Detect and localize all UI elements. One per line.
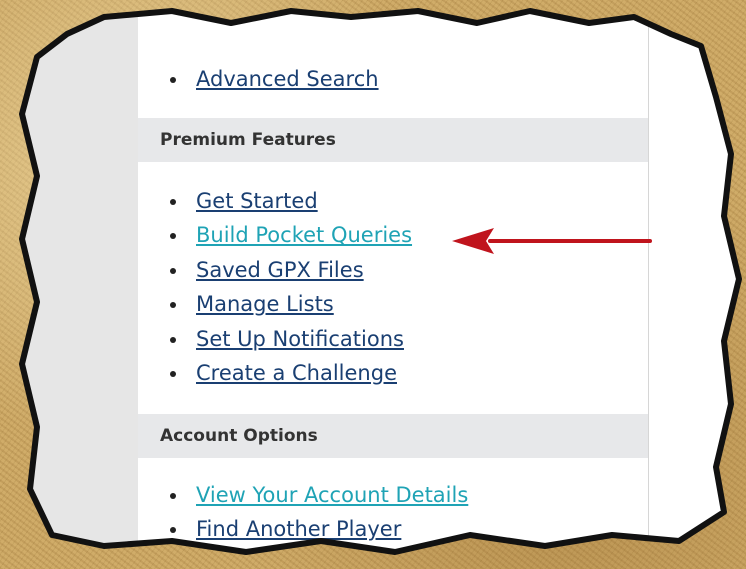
saved-gpx-files-link[interactable]: Saved GPX Files — [196, 253, 364, 287]
partial-top-link[interactable]: Search for Caches — [196, 0, 387, 20]
right-gutter — [648, 11, 739, 552]
torn-paper-panel: Search for Caches Advanced Search Premiu… — [22, 0, 739, 552]
view-account-details-link[interactable]: View Your Account Details — [196, 478, 468, 512]
bullet-icon — [170, 77, 176, 83]
bullet-icon — [170, 199, 176, 205]
premium-features-header: Premium Features — [138, 118, 648, 162]
bullet-icon — [170, 336, 176, 343]
get-started-link[interactable]: Get Started — [196, 184, 318, 218]
build-pocket-queries-link[interactable]: Build Pocket Queries — [196, 218, 412, 252]
bullet-icon — [170, 302, 176, 309]
create-a-challenge-link[interactable]: Create a Challenge — [196, 356, 397, 390]
set-up-notifications-link[interactable]: Set Up Notifications — [196, 322, 404, 356]
bullet-icon — [170, 233, 176, 240]
red-left-arrow-icon — [452, 228, 652, 254]
bullet-icon — [170, 493, 176, 499]
advanced-search-link[interactable]: Advanced Search — [196, 62, 379, 96]
account-options-header: Account Options — [138, 414, 648, 458]
bullet-icon — [170, 267, 176, 274]
bullet-icon — [170, 370, 176, 377]
find-another-player-link[interactable]: Find Another Player — [196, 512, 401, 546]
manage-lists-link[interactable]: Manage Lists — [196, 287, 334, 321]
bullet-icon — [170, 527, 176, 534]
nav-menu: Search for Caches Advanced Search Premiu… — [138, 0, 648, 552]
left-gutter — [22, 11, 138, 552]
